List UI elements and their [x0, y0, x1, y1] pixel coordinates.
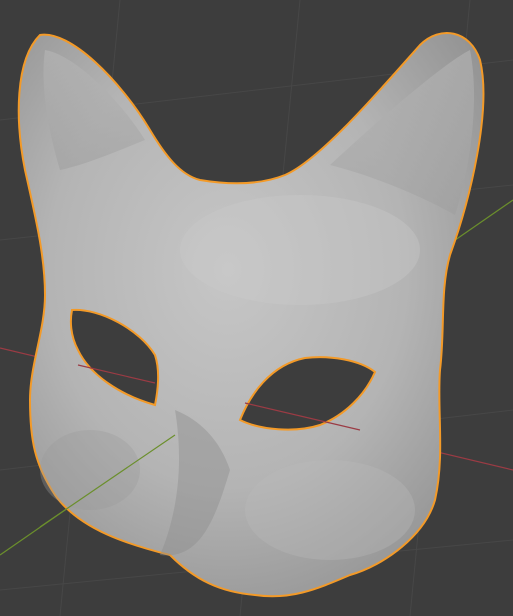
left-cheek-shading [40, 430, 140, 510]
right-cheek-shading [245, 460, 415, 560]
forehead-highlight [180, 195, 420, 305]
viewport-scene [0, 32, 513, 598]
3d-viewport[interactable] [0, 0, 513, 616]
